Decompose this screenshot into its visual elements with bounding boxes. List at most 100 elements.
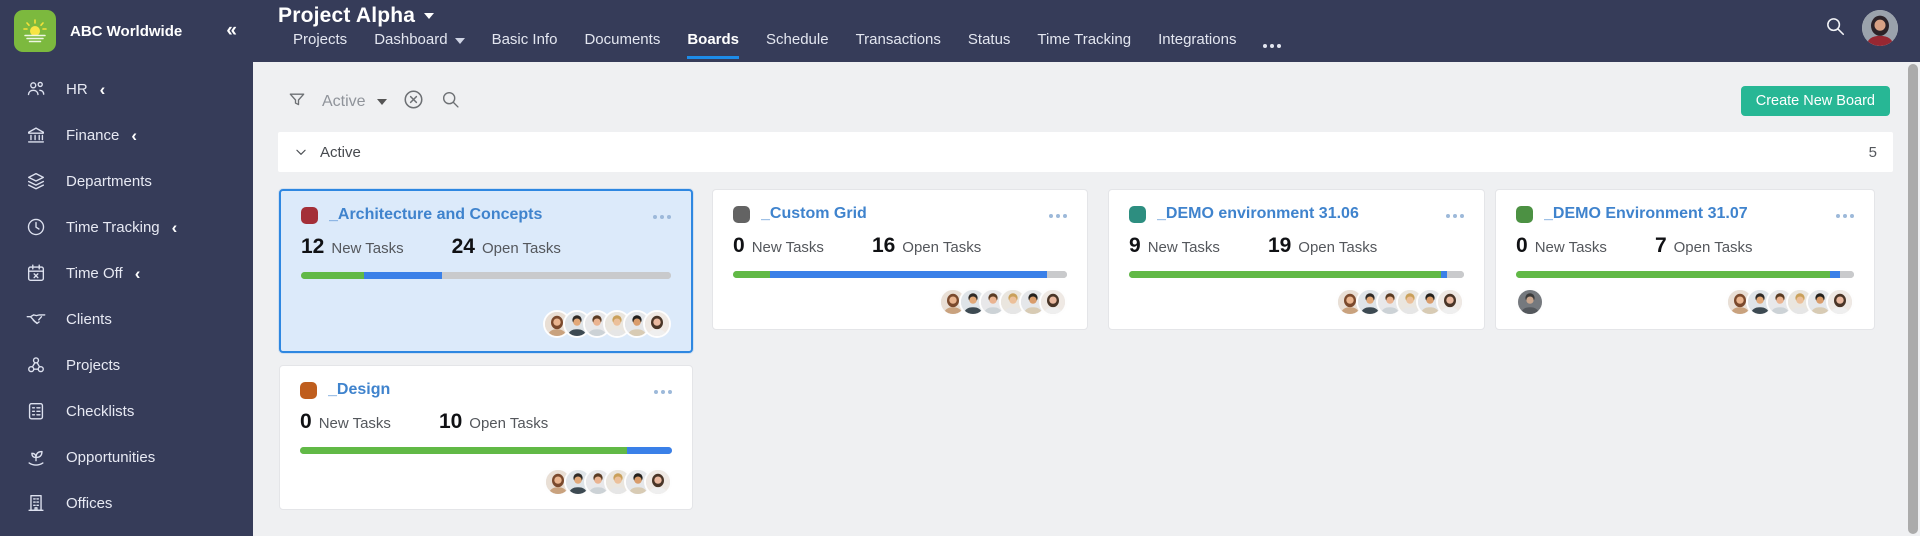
seedling-hand-icon xyxy=(24,445,48,469)
card-menu-icon[interactable] xyxy=(1436,205,1464,223)
sidebar-item-time-off[interactable]: Time Off ‹ xyxy=(0,250,253,296)
new-tasks-count: 0 xyxy=(1516,234,1528,257)
sidebar-item-label: Opportunities xyxy=(66,448,156,466)
new-tasks-count: 0 xyxy=(733,234,745,257)
new-tasks-label: New Tasks xyxy=(1147,239,1220,256)
tab-boards[interactable]: Boards xyxy=(687,31,740,59)
board-title[interactable]: _DEMO environment 31.06 xyxy=(1157,205,1359,223)
company-logo-icon[interactable] xyxy=(14,10,56,52)
progress-bar xyxy=(301,272,671,279)
board-title[interactable]: _Design xyxy=(328,381,390,399)
tab-projects[interactable]: Projects xyxy=(293,31,347,59)
sidebar-item-label: Clients xyxy=(66,310,112,328)
sidebar-item-clients[interactable]: Clients xyxy=(0,296,253,342)
sidebar-item-label: Projects xyxy=(66,356,121,374)
progress-bar xyxy=(733,271,1067,278)
handshake-icon xyxy=(24,307,48,331)
checklist-icon xyxy=(24,399,48,423)
task-stats: 0 New Tasks 7 Open Tasks xyxy=(1516,234,1854,258)
vertical-scrollbar[interactable] xyxy=(1908,64,1918,534)
sidebar-collapse-icon[interactable]: « xyxy=(226,20,237,42)
board-color-dot xyxy=(1516,205,1533,223)
sidebar: ABC Worldwide « HR ‹ Finance ‹ Departmen… xyxy=(0,0,253,536)
sidebar-item-departments[interactable]: Departments xyxy=(0,158,253,204)
open-tasks-count: 19 xyxy=(1267,234,1292,257)
avatar-group xyxy=(1726,288,1854,316)
board-color-dot xyxy=(300,381,317,399)
avatar xyxy=(1039,288,1067,316)
sidebar-item-checklists[interactable]: Checklists xyxy=(0,388,253,434)
page-title: Project Alpha xyxy=(278,4,416,27)
avatar xyxy=(644,468,672,496)
section-count: 5 xyxy=(1868,143,1877,161)
progress-bar xyxy=(1129,271,1464,278)
board-card-architecture-and-concepts[interactable]: _Architecture and Concepts 12 New Tasks 2… xyxy=(279,189,693,353)
tab-time-tracking[interactable]: Time Tracking xyxy=(1037,31,1131,59)
tab-status[interactable]: Status xyxy=(968,31,1011,59)
task-stats: 0 New Tasks 16 Open Tasks xyxy=(733,234,1067,258)
chevron-left-icon: ‹ xyxy=(131,125,138,145)
user-avatar[interactable] xyxy=(1862,10,1898,46)
board-title[interactable]: _Custom Grid xyxy=(761,205,867,223)
avatar xyxy=(643,310,671,338)
building-icon xyxy=(24,491,48,515)
section-header-active[interactable]: Active 5 xyxy=(278,132,1893,172)
new-tasks-count: 9 xyxy=(1129,234,1141,257)
chevron-left-icon: ‹ xyxy=(99,79,106,99)
board-card-demo-environment-31-06[interactable]: _DEMO environment 31.06 9 New Tasks 19 Ope… xyxy=(1108,189,1485,330)
tab-basic-info[interactable]: Basic Info xyxy=(492,31,558,59)
filter-funnel-icon[interactable] xyxy=(287,90,307,115)
card-menu-icon[interactable] xyxy=(1039,205,1067,223)
card-menu-icon[interactable] xyxy=(644,381,672,399)
task-stats: 9 New Tasks 19 Open Tasks xyxy=(1129,234,1464,258)
sidebar-item-time-tracking[interactable]: Time Tracking ‹ xyxy=(0,204,253,250)
board-card-custom-grid[interactable]: _Custom Grid 0 New Tasks 16 Open Tasks xyxy=(712,189,1088,330)
open-tasks-label: Open Tasks xyxy=(902,239,982,256)
tab-documents[interactable]: Documents xyxy=(584,31,660,59)
section-title: Active xyxy=(320,143,361,161)
sidebar-item-projects[interactable]: Projects xyxy=(0,342,253,388)
board-color-dot xyxy=(733,205,750,223)
new-tasks-label: New Tasks xyxy=(331,240,404,257)
tab-dashboard[interactable]: Dashboard xyxy=(374,31,465,59)
chevron-down-icon[interactable] xyxy=(294,145,308,159)
board-card-demo-environment-31-07[interactable]: _DEMO Environment 31.07 0 New Tasks 7 Open… xyxy=(1495,189,1875,330)
tab-transactions[interactable]: Transactions xyxy=(856,31,941,59)
chevron-down-icon xyxy=(424,13,435,19)
open-tasks-count: 24 xyxy=(451,235,475,258)
create-new-board-button[interactable]: Create New Board xyxy=(1740,86,1890,116)
open-tasks-count: 16 xyxy=(871,234,896,257)
sidebar-item-label: Checklists xyxy=(66,402,135,420)
chevron-down-icon[interactable] xyxy=(376,99,387,105)
clear-filter-icon[interactable] xyxy=(402,88,425,116)
filter-value[interactable]: Active xyxy=(322,93,366,111)
tab-more[interactable] xyxy=(1263,44,1281,59)
tab-label: Dashboard xyxy=(374,31,448,48)
search-icon[interactable] xyxy=(440,89,461,115)
board-color-dot xyxy=(301,206,318,224)
sidebar-item-label: Finance xyxy=(66,126,120,144)
open-tasks-label: Open Tasks xyxy=(469,415,549,432)
sidebar-item-label: Offices xyxy=(66,494,113,512)
board-title[interactable]: _DEMO Environment 31.07 xyxy=(1544,205,1748,223)
search-icon[interactable] xyxy=(1824,15,1846,42)
tab-schedule[interactable]: Schedule xyxy=(766,31,829,59)
card-menu-icon[interactable] xyxy=(1826,205,1854,223)
tab-integrations[interactable]: Integrations xyxy=(1158,31,1236,59)
project-title-menu[interactable]: Project Alpha xyxy=(278,4,435,28)
sidebar-item-finance[interactable]: Finance ‹ xyxy=(0,112,253,158)
board-title[interactable]: _Architecture and Concepts xyxy=(329,206,542,224)
sidebar-item-hr[interactable]: HR ‹ xyxy=(0,66,253,112)
sidebar-item-opportunities[interactable]: Opportunities xyxy=(0,434,253,480)
board-card-design[interactable]: _Design 0 New Tasks 10 Open Tasks xyxy=(279,365,693,510)
app-window: Project Alpha Projects Dashboard Basic I… xyxy=(0,0,1920,536)
project-nav-tabs: Projects Dashboard Basic Info Documents … xyxy=(293,31,1281,59)
avatar xyxy=(1826,288,1854,316)
company-name: ABC Worldwide xyxy=(70,22,183,40)
open-tasks-count: 7 xyxy=(1654,234,1667,257)
new-tasks-label: New Tasks xyxy=(1534,239,1607,256)
card-menu-icon[interactable] xyxy=(643,206,671,224)
calendar-x-icon xyxy=(24,261,48,285)
task-stats: 12 New Tasks 24 Open Tasks xyxy=(301,235,671,259)
sidebar-item-offices[interactable]: Offices xyxy=(0,480,253,526)
